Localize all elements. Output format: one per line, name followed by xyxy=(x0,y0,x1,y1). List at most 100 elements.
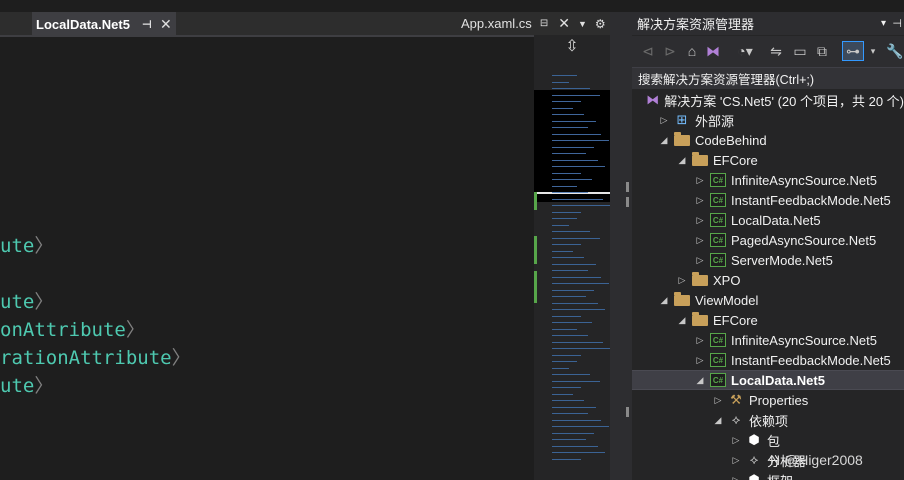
expanded-chevron-icon[interactable]: ◢ xyxy=(676,155,688,166)
collapsed-chevron-icon[interactable]: ▷ xyxy=(694,215,706,226)
tree-item[interactable]: ▷ C# InfiniteAsyncSource.Net5 xyxy=(632,330,904,350)
tree-item[interactable]: ⧓ 解决方案 'CS.Net5' (20 个项目，共 20 个) xyxy=(632,90,904,110)
tree-item[interactable]: ▷ ⊞ 外部源 xyxy=(632,110,904,130)
collapsed-chevron-icon[interactable]: ▷ xyxy=(730,435,742,446)
minimap-line xyxy=(552,445,598,447)
expanded-chevron-icon[interactable]: ◢ xyxy=(658,295,670,306)
tab-label: LocalData.Net5 xyxy=(36,16,130,32)
expanded-chevron-icon[interactable]: ◢ xyxy=(694,375,706,386)
minimap-line xyxy=(552,120,596,122)
tree-item[interactable]: ▷ ⟡ 分析器 xyxy=(632,450,904,470)
split-window-icon[interactable]: ⇳ xyxy=(534,35,610,57)
tree-item[interactable]: ◢ CodeBehind xyxy=(632,130,904,150)
expanded-chevron-icon[interactable]: ◢ xyxy=(658,135,670,146)
collapse-icon[interactable]: ▭ xyxy=(792,41,808,61)
csharp-project-icon: C# xyxy=(710,373,726,387)
gear-icon[interactable]: ⚙ xyxy=(595,17,606,31)
tree-item[interactable]: ▷ ⬢ 包 xyxy=(632,430,904,450)
tree-item[interactable]: ▷ XPO xyxy=(632,270,904,290)
history-icon[interactable]: ◔▾ xyxy=(734,41,756,61)
pin-icon[interactable]: ⊟ xyxy=(540,18,548,29)
expanded-chevron-icon[interactable]: ◢ xyxy=(676,315,688,326)
tab-label: App.xaml.cs xyxy=(461,16,532,31)
minimap-line xyxy=(552,400,585,401)
minimap-line xyxy=(552,237,600,239)
tree-item-label: EFCore xyxy=(713,152,758,168)
tree-item[interactable]: ▷ ⬢ 框架 xyxy=(632,470,904,480)
csharp-project-icon: C# xyxy=(710,193,726,207)
sync-icon[interactable]: ⇋ xyxy=(768,41,784,61)
collapsed-chevron-icon[interactable]: ▷ xyxy=(658,115,670,126)
tree-item-label: ServerMode.Net5 xyxy=(731,252,833,268)
collapsed-chevron-icon[interactable]: ▷ xyxy=(694,195,706,206)
csharp-project-icon: C# xyxy=(710,353,726,367)
search-input[interactable]: 搜索解决方案资源管理器(Ctrl+;) xyxy=(632,67,904,89)
collapsed-chevron-icon[interactable]: ▷ xyxy=(730,455,742,466)
tab-localdata-net5[interactable]: LocalData.Net5 ⊣ ✕ xyxy=(32,12,176,35)
package-icon: ⬢ xyxy=(748,472,760,480)
panel-splitter[interactable] xyxy=(610,12,632,480)
code-line: rationAttribute〉 xyxy=(0,347,191,369)
minimap-line xyxy=(552,114,585,115)
tree-item[interactable]: ▷ C# InstantFeedbackMode.Net5 xyxy=(632,350,904,370)
minimap-line xyxy=(552,179,592,180)
pin-icon[interactable]: ⊣ xyxy=(892,17,902,30)
collapsed-chevron-icon[interactable]: ▷ xyxy=(730,475,742,480)
minimap-line xyxy=(552,406,596,408)
tree-item-label: InstantFeedbackMode.Net5 xyxy=(731,192,891,208)
code-line: ute〉 xyxy=(0,291,54,313)
tab-app-xaml-cs[interactable]: App.xaml.cs ⊟ ✕ ▼ ⚙ xyxy=(456,12,626,35)
tree-item[interactable]: ▷ C# InstantFeedbackMode.Net5 xyxy=(632,190,904,210)
tree-item[interactable]: ▷ ⚒ Properties xyxy=(632,390,904,410)
forward-icon[interactable]: ⊳ xyxy=(662,41,678,61)
close-icon[interactable]: ✕ xyxy=(160,16,172,33)
minimap-line xyxy=(552,192,589,193)
tab-list-dropdown-icon[interactable]: ▼ xyxy=(578,19,587,29)
collapsed-chevron-icon[interactable]: ▷ xyxy=(694,335,706,346)
minimap-line xyxy=(552,101,581,102)
close-icon[interactable]: ✕ xyxy=(558,15,570,32)
minimap-line xyxy=(552,185,577,187)
minimap-line xyxy=(552,231,590,232)
minimap-line xyxy=(552,289,594,291)
collapsed-chevron-icon[interactable]: ▷ xyxy=(712,395,724,406)
collapsed-chevron-icon[interactable]: ▷ xyxy=(694,175,706,186)
tree-item[interactable]: ◢ ⟡ 依赖项 xyxy=(632,410,904,430)
search-placeholder: 搜索解决方案资源管理器(Ctrl+;) xyxy=(638,73,815,87)
minimap-line xyxy=(552,133,602,135)
collapsed-chevron-icon[interactable]: ▷ xyxy=(676,275,688,286)
editor-tab-strip: LocalData.Net5 ⊣ ✕ App.xaml.cs ⊟ ✕ ▼ ⚙ xyxy=(0,12,626,35)
tree-item-label: LocalData.Net5 xyxy=(731,212,821,228)
home-icon[interactable]: ⌂ xyxy=(684,41,700,61)
minimap-line xyxy=(552,224,570,226)
wrench-icon[interactable]: 🔧 xyxy=(886,41,904,61)
tree-item[interactable]: ◢ EFCore xyxy=(632,150,904,170)
tree-item[interactable]: ◢ EFCore xyxy=(632,310,904,330)
tree-item[interactable]: ◢ ViewModel xyxy=(632,290,904,310)
tree-item[interactable]: ▷ C# LocalData.Net5 xyxy=(632,210,904,230)
filter-icon[interactable]: ⊶ xyxy=(842,41,864,61)
minimap-line xyxy=(552,172,581,174)
expanded-chevron-icon[interactable]: ◢ xyxy=(712,415,724,426)
tree-item[interactable]: ▷ C# ServerMode.Net5 xyxy=(632,250,904,270)
back-icon[interactable]: ⊲ xyxy=(640,41,656,61)
code-editor[interactable]: ute〉 ute〉 onAttribute〉 rationAttribute〉 … xyxy=(0,38,534,480)
tree-item[interactable]: ◢ C# LocalData.Net5 xyxy=(632,370,904,390)
collapsed-chevron-icon[interactable]: ▷ xyxy=(694,255,706,266)
minimap-scrollbar[interactable]: ⇳ xyxy=(534,35,611,480)
vs-icon[interactable]: ⧓ xyxy=(704,41,722,61)
solution-explorer-title-bar: 解决方案资源管理器 ▾ ⊣ xyxy=(632,12,904,35)
copy-icon[interactable]: ⧉ xyxy=(814,41,830,61)
change-marker xyxy=(534,236,537,264)
minimap-line xyxy=(552,250,573,252)
window-menu-dropdown-icon[interactable]: ▾ xyxy=(881,18,886,29)
tree-item[interactable]: ▷ C# PagedAsyncSource.Net5 xyxy=(632,230,904,250)
collapsed-chevron-icon[interactable]: ▷ xyxy=(694,355,706,366)
minimap-line xyxy=(552,127,589,128)
collapsed-chevron-icon[interactable]: ▷ xyxy=(694,235,706,246)
tree-item[interactable]: ▷ C# InfiniteAsyncSource.Net5 xyxy=(632,170,904,190)
chevron-down-icon[interactable]: ▾ xyxy=(868,41,878,61)
pin-icon[interactable]: ⊣ xyxy=(142,18,152,31)
tree-item-label: 解决方案 'CS.Net5' (20 个项目，共 20 个) xyxy=(664,93,904,109)
minimap-line xyxy=(552,413,589,414)
